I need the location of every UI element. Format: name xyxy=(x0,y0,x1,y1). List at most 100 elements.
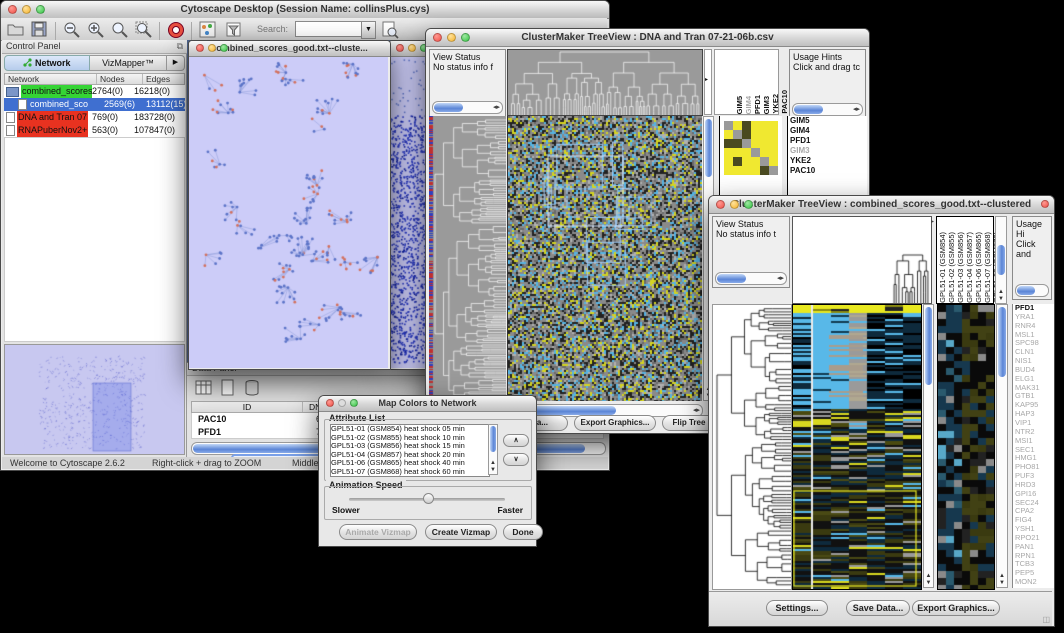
tv1-matrix-cell[interactable] xyxy=(751,121,760,130)
close-button[interactable] xyxy=(433,33,442,42)
minimize-button[interactable] xyxy=(338,399,346,407)
close-button[interactable] xyxy=(8,5,17,14)
tv1-matrix-cell[interactable] xyxy=(733,139,742,148)
tv1-matrix-cell[interactable] xyxy=(724,139,733,148)
resize-grip[interactable]: ◫ xyxy=(1042,615,1050,624)
close-button[interactable] xyxy=(396,44,404,52)
tv1-row-dendrogram[interactable] xyxy=(429,116,506,401)
tv2-vscrollbar[interactable]: ▲▼ xyxy=(923,304,934,588)
tv1-matrix-cell[interactable] xyxy=(769,148,778,157)
tv1-matrix-cell[interactable] xyxy=(760,148,769,157)
tab-vizmapper[interactable]: VizMapper™ xyxy=(90,55,167,71)
done-button[interactable]: Done xyxy=(503,524,543,540)
tv1-matrix-cell[interactable] xyxy=(769,166,778,175)
close-button[interactable] xyxy=(196,44,204,52)
zoom-button[interactable] xyxy=(220,44,228,52)
zoom-button[interactable] xyxy=(461,33,470,42)
tv1-gene-label[interactable]: PFD1 xyxy=(788,136,867,146)
tv1-matrix-cell[interactable] xyxy=(769,139,778,148)
save-icon[interactable] xyxy=(31,21,51,41)
settings-button[interactable]: Settings... xyxy=(766,600,828,616)
trash-icon[interactable] xyxy=(243,379,261,402)
tv1-matrix-cell[interactable] xyxy=(733,148,742,157)
network-list-item[interactable]: combined_scores2764(0)16218(0) xyxy=(4,85,185,98)
zoom-selected-icon[interactable] xyxy=(111,21,131,41)
tv1-matrix-cell[interactable] xyxy=(751,166,760,175)
attribute-list-scrollbar[interactable]: ▲▼ xyxy=(488,424,498,475)
tv1-matrix-cell[interactable] xyxy=(751,157,760,166)
tv1-gene-label[interactable]: GIM3 xyxy=(788,146,867,156)
network-view-canvas[interactable] xyxy=(189,57,388,368)
close-button[interactable] xyxy=(326,399,334,407)
search-dropdown-arrow[interactable]: ▼ xyxy=(361,21,376,39)
tv1-gene-label[interactable]: PAC10 xyxy=(788,166,867,176)
attribute-list-item[interactable]: GPL51-07 (GSM868) heat shock 60 min xyxy=(331,468,489,477)
minimize-button[interactable] xyxy=(408,44,416,52)
export-graphics-button[interactable]: Export Graphics... xyxy=(912,600,1000,616)
zoom-fit-icon[interactable] xyxy=(135,21,155,41)
tv1-matrix-cell[interactable] xyxy=(760,121,769,130)
network-overview-panel[interactable] xyxy=(4,344,185,455)
zoom-in-icon[interactable] xyxy=(87,21,107,41)
search-index-icon[interactable] xyxy=(381,21,401,41)
main-title-bar[interactable]: Cytoscape Desktop (Session Name: collins… xyxy=(1,1,609,19)
float-panel-icon[interactable]: ⧉ xyxy=(177,41,183,52)
tv1-matrix-cell[interactable] xyxy=(733,166,742,175)
tv2-hints-scrollbar[interactable] xyxy=(1015,284,1049,297)
search-input[interactable] xyxy=(295,21,363,37)
zoom-out-icon[interactable] xyxy=(63,21,83,41)
tv1-status-scrollbar[interactable]: ◂▸ xyxy=(432,101,503,114)
tv2-column-dendrogram[interactable] xyxy=(792,216,932,304)
tv1-matrix-cell[interactable] xyxy=(742,130,751,139)
network-list-item[interactable]: DNA and Tran 07769(0)183728(0) xyxy=(4,111,185,124)
tv1-gene-label[interactable]: GIM4 xyxy=(788,126,867,136)
tv1-matrix-cell[interactable] xyxy=(742,121,751,130)
create-vizmap-button[interactable]: Create Vizmap xyxy=(425,524,497,540)
move-up-button[interactable]: ∧ xyxy=(503,434,529,447)
animation-speed-slider[interactable] xyxy=(349,498,505,501)
tv2-zoom-heatmap[interactable] xyxy=(937,304,995,590)
open-folder-icon[interactable] xyxy=(7,21,27,41)
treeview1-title-bar[interactable]: ClusterMaker TreeView : DNA and Tran 07-… xyxy=(426,29,869,47)
close-button[interactable] xyxy=(716,200,725,209)
zoom-button[interactable] xyxy=(744,200,753,209)
tv1-matrix-cell[interactable] xyxy=(742,157,751,166)
tv2-heatmap[interactable] xyxy=(792,304,922,590)
tv1-matrix-cell[interactable] xyxy=(760,130,769,139)
save-data-button[interactable]: Save Data... xyxy=(846,600,910,616)
tv1-matrix-cell[interactable] xyxy=(760,157,769,166)
tv1-matrix-cell[interactable] xyxy=(751,139,760,148)
tv1-zoom-matrix[interactable] xyxy=(724,121,778,175)
tv2-status-scrollbar[interactable]: ◂▸ xyxy=(715,272,787,285)
tab-overflow-arrow[interactable]: ▶ xyxy=(167,55,185,71)
tv1-matrix-cell[interactable] xyxy=(733,130,742,139)
tv1-column-dendrogram[interactable] xyxy=(507,49,703,116)
tv1-matrix-cell[interactable] xyxy=(751,148,760,157)
tv1-matrix-cell[interactable] xyxy=(733,157,742,166)
tv2-row-dendrogram[interactable] xyxy=(712,304,792,590)
tv1-matrix-cell[interactable] xyxy=(760,139,769,148)
tv1-matrix-cell[interactable] xyxy=(724,121,733,130)
minimize-button[interactable] xyxy=(730,200,739,209)
tv1-matrix-cell[interactable] xyxy=(742,139,751,148)
new-doc-icon[interactable] xyxy=(219,379,237,402)
zoom-button[interactable] xyxy=(350,399,358,407)
minimize-button[interactable] xyxy=(208,44,216,52)
tv2-labels-scrollbar[interactable]: ▲▼ xyxy=(995,216,1007,304)
tv1-matrix-cell[interactable] xyxy=(751,130,760,139)
tv1-matrix-cell[interactable] xyxy=(760,166,769,175)
tv1-matrix-cell[interactable] xyxy=(769,121,778,130)
tv1-matrix-cell[interactable] xyxy=(724,166,733,175)
tv1-matrix-cell[interactable] xyxy=(742,166,751,175)
animate-vizmap-button[interactable]: Animate Vizmap xyxy=(339,524,417,540)
export-graphics-button[interactable]: Export Graphics... xyxy=(574,415,656,431)
vizmapper-icon[interactable] xyxy=(199,21,219,41)
network-list-item[interactable]: RNAPuberNov2+563(0)107847(0) xyxy=(4,124,185,137)
help-lifering-icon[interactable] xyxy=(167,21,187,41)
slider-handle[interactable] xyxy=(423,493,434,504)
minimize-button[interactable] xyxy=(447,33,456,42)
tv1-matrix-cell[interactable] xyxy=(742,148,751,157)
tv1-matrix-cell[interactable] xyxy=(769,130,778,139)
treeview2-title-bar[interactable]: ClusterMaker TreeView : combined_scores_… xyxy=(709,196,1054,214)
annotation-icon[interactable] xyxy=(225,21,245,41)
